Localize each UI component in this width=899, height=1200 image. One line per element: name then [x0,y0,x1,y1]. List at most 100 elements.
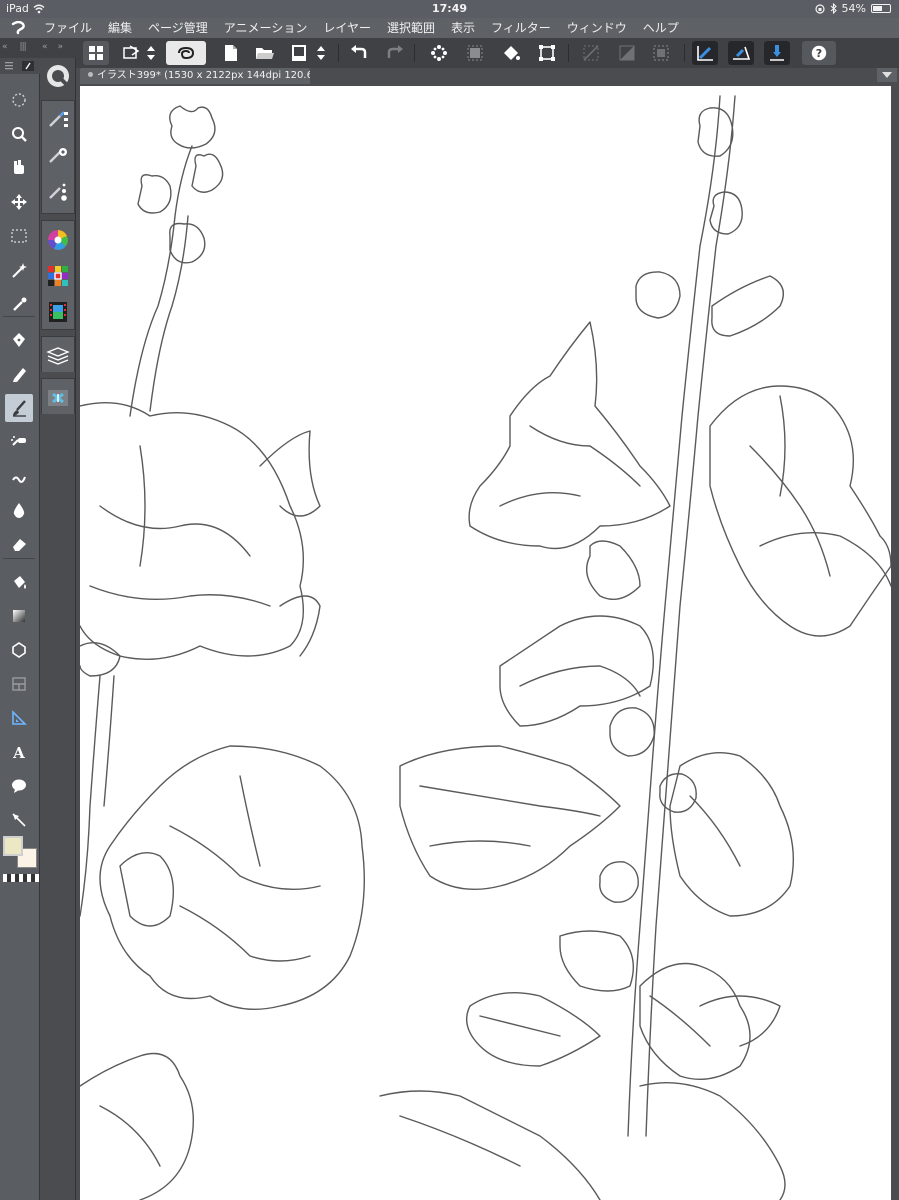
pen-nib-icon [13,333,25,347]
figure-tool-button[interactable] [5,636,33,664]
redo-button[interactable] [382,41,408,65]
import-button[interactable] [118,41,144,65]
transform-button[interactable] [534,41,560,65]
menu-view[interactable]: 表示 [443,18,483,38]
clear-outside-button[interactable] [462,41,488,65]
help-icon: ? [811,45,827,61]
drawing-canvas[interactable] [80,86,891,1200]
invert-selection-button[interactable] [614,41,640,65]
brush-size-panel-button[interactable] [42,176,74,208]
move-tool-button[interactable] [5,188,33,216]
blend-drop-icon [13,503,25,518]
ruler-snap-button[interactable] [692,41,718,65]
canvas-scrollbar[interactable] [891,86,899,1200]
main-color-swatch[interactable] [3,836,23,856]
transparent-color-swatch[interactable] [3,874,39,882]
tool-divider [3,316,35,317]
right-flower-1-vein-2 [499,492,581,507]
tool-divider [3,558,35,559]
updown-toggle-button-2[interactable] [314,41,328,65]
operation-tool-button[interactable] [5,86,33,114]
help-button[interactable]: ? [802,41,836,65]
palette-menu-icon[interactable] [0,58,40,74]
sync-button[interactable] [166,41,206,65]
undo-button[interactable] [346,41,372,65]
separator [414,44,415,62]
blend-tool-button[interactable] [5,496,33,524]
auto-select-tool-button[interactable] [5,256,33,284]
fill-tool-button[interactable] [5,568,33,596]
right-flower-1 [468,321,671,550]
right-flower-4-vein-1 [419,785,601,817]
special-ruler-snap-button[interactable] [728,41,754,65]
grid-snap-button[interactable] [764,41,790,65]
fill-button[interactable] [498,41,524,65]
menu-page[interactable]: ページ管理 [140,18,216,38]
hide-selection-button[interactable] [578,41,604,65]
grid-menu-button[interactable] [83,41,109,65]
sub-tool-detail-panel-button[interactable] [42,140,74,172]
left-lower-stem [80,675,101,917]
pencil-icon [13,368,26,382]
clip-studio-logo-icon[interactable] [0,18,36,38]
open-button[interactable] [252,41,278,65]
quick-access-button[interactable] [42,60,74,92]
animation-panel-button[interactable] [42,296,74,328]
navigator-panel-button[interactable] [42,382,74,414]
left-flower-3 [80,1052,195,1200]
bluetooth-icon [830,3,837,14]
eraser-icon [13,539,26,551]
left-flower-2-vein-3 [239,775,261,867]
frame-tool-button[interactable] [5,670,33,698]
magic-wand-icon [12,263,27,278]
tool-property-panel-button[interactable] [42,104,74,136]
brush-tool-button[interactable] [5,394,33,422]
correct-line-tool-button[interactable] [5,806,33,834]
menu-animation[interactable]: アニメーション [216,18,316,38]
balloon-tool-button[interactable] [5,772,33,800]
menu-edit[interactable]: 編集 [100,18,140,38]
airbrush-tool-button[interactable] [5,428,33,456]
document-tab[interactable]: イラスト399* (1530 x 2122px 144dpi 120.6%) [80,68,310,84]
collapse-left-icon[interactable]: « ||| [2,42,40,52]
clear-button[interactable] [426,41,452,65]
text-icon: A [12,744,25,761]
save-button[interactable] [286,41,312,65]
right-flower-2 [709,385,891,637]
collapse-right-icon[interactable]: « » [42,42,80,52]
updown-toggle-button[interactable] [144,41,158,65]
pen-tool-button[interactable] [5,326,33,354]
selection-tool-button[interactable] [5,222,33,250]
tool-property-icon [49,111,68,127]
menu-selection[interactable]: 選択範囲 [379,18,443,38]
eyedropper-tool-button[interactable] [5,290,33,318]
hand-tool-button[interactable] [5,154,33,182]
menu-filter[interactable]: フィルター [483,18,559,38]
command-bar: « ||| « » ? [0,38,899,68]
battery-icon [871,4,891,13]
color-wheel-panel-button[interactable] [42,224,74,256]
speech-balloon-icon [12,779,26,793]
pencil-tool-button[interactable] [5,360,33,388]
tab-menu-button[interactable] [877,68,897,82]
menu-help[interactable]: ヘルプ [635,18,687,38]
right-top-bud-3 [635,271,681,319]
select-all-button[interactable] [648,41,674,65]
zoom-tool-button[interactable] [5,120,33,148]
decoration-tool-button[interactable] [5,462,33,490]
ruler-tool-button[interactable] [5,704,33,732]
menu-layer[interactable]: レイヤー [315,18,379,38]
eraser-tool-button[interactable] [5,530,33,558]
hexagon-icon [12,642,26,658]
import-icon [123,45,140,59]
redo-icon [387,45,403,58]
right-flower-5-vein [689,795,741,867]
color-set-panel-button[interactable] [42,260,74,292]
gradient-tool-button[interactable] [5,602,33,630]
new-button[interactable] [218,41,244,65]
text-tool-button[interactable]: A [5,738,33,766]
status-time: 17:49 [431,2,467,15]
layer-panel-button[interactable] [42,340,74,372]
menu-file[interactable]: ファイル [36,18,100,38]
menu-window[interactable]: ウィンドウ [559,18,635,38]
